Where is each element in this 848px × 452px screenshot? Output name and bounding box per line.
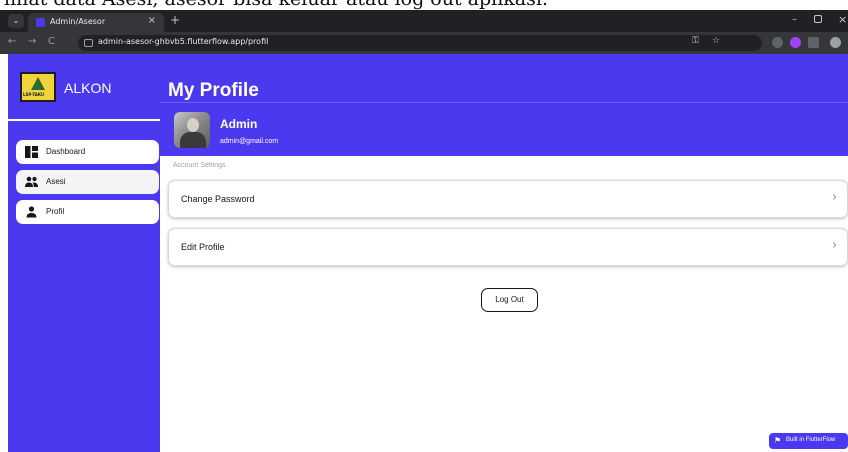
logo-text: LSP-TAKU bbox=[23, 92, 45, 97]
document-caption-text: lihat data Asesi, asesor bisa keluar ata… bbox=[4, 0, 548, 10]
sidebar-item-label: Profil bbox=[46, 207, 65, 216]
sidebar-item-asesi[interactable]: Asesi bbox=[16, 170, 159, 194]
page-title: My Profile bbox=[168, 80, 259, 101]
logout-label: Log Out bbox=[495, 295, 524, 304]
extensions-puzzle-icon[interactable] bbox=[808, 37, 819, 48]
badge-label: Built in FlutterFlow bbox=[786, 437, 836, 443]
tab-close-icon[interactable]: × bbox=[148, 15, 156, 26]
back-button[interactable]: ← bbox=[8, 36, 16, 47]
document-caption: lihat data Asesi, asesor bisa keluar ata… bbox=[0, 0, 848, 10]
logo-triangle-icon bbox=[31, 77, 45, 90]
setting-label: Edit Profile bbox=[181, 242, 225, 252]
edit-profile-button[interactable]: Edit Profile › bbox=[168, 228, 848, 266]
people-icon bbox=[25, 176, 38, 187]
chevron-right-icon: › bbox=[832, 238, 838, 253]
window-maximize-button[interactable] bbox=[814, 15, 822, 23]
window-minimize-button[interactable]: – bbox=[792, 14, 797, 25]
built-in-flutterflow-badge[interactable]: ⚑ Built in FlutterFlow bbox=[769, 433, 848, 449]
profile-email: admin@gmail.com bbox=[220, 138, 279, 145]
extension-icon[interactable] bbox=[772, 37, 783, 48]
sidebar-item-label: Dashboard bbox=[46, 147, 86, 156]
setting-label: Change Password bbox=[181, 194, 255, 204]
flutterflow-icon: ⚑ bbox=[774, 436, 782, 445]
extension-icon[interactable] bbox=[790, 37, 801, 48]
bookmark-star-icon[interactable]: ☆ bbox=[712, 36, 720, 46]
avatar-body-shape bbox=[180, 132, 206, 148]
sidebar-item-dashboard[interactable]: Dashboard bbox=[16, 140, 159, 164]
section-label-account-settings: Account Settings bbox=[173, 162, 226, 169]
chevron-right-icon: › bbox=[832, 190, 838, 205]
new-tab-button[interactable]: + bbox=[170, 13, 180, 27]
forward-button[interactable]: → bbox=[28, 36, 36, 47]
flutterflow-favicon-icon bbox=[36, 18, 45, 27]
browser-tab[interactable]: Admin/Asesor × bbox=[28, 13, 164, 32]
url-field[interactable]: admin-asesor-ghbvb5.flutterflow.app/prof… bbox=[78, 35, 762, 51]
person-icon bbox=[26, 206, 37, 218]
avatar-head-shape bbox=[187, 118, 199, 132]
dashboard-icon bbox=[25, 146, 38, 158]
browser-tab-bar: ⌄ Admin/Asesor × + – × bbox=[0, 10, 848, 32]
profile-name: Admin bbox=[220, 117, 258, 131]
sidebar-item-profil[interactable]: Profil bbox=[16, 200, 159, 224]
tab-title: Admin/Asesor bbox=[50, 17, 106, 26]
profile-header: My Profile Admin admin@gmail.com bbox=[160, 54, 848, 156]
sidebar-item-label: Asesi bbox=[46, 177, 66, 186]
sidebar-divider bbox=[8, 119, 160, 121]
key-icon[interactable]: ⚿ bbox=[692, 36, 699, 46]
reload-button[interactable]: C bbox=[48, 36, 55, 47]
main-content: My Profile Admin admin@gmail.com Account… bbox=[160, 54, 848, 452]
window-close-button[interactable]: × bbox=[838, 13, 847, 26]
browser-address-bar: ← → C admin-asesor-ghbvb5.flutterflow.ap… bbox=[0, 32, 848, 54]
url-text: admin-asesor-ghbvb5.flutterflow.app/prof… bbox=[98, 37, 269, 46]
avatar bbox=[174, 112, 210, 148]
lsp-logo: LSP-TAKU bbox=[20, 72, 56, 102]
logout-button[interactable]: Log Out bbox=[481, 288, 538, 312]
header-divider bbox=[160, 102, 848, 103]
change-password-button[interactable]: Change Password › bbox=[168, 180, 848, 218]
site-info-icon[interactable] bbox=[84, 39, 93, 47]
sidebar: LSP-TAKU ALKON Dashboard Asesi Profil bbox=[8, 54, 160, 452]
profile-icon[interactable] bbox=[830, 37, 841, 48]
tab-search-button[interactable]: ⌄ bbox=[8, 14, 24, 28]
app-name: ALKON bbox=[64, 80, 112, 96]
